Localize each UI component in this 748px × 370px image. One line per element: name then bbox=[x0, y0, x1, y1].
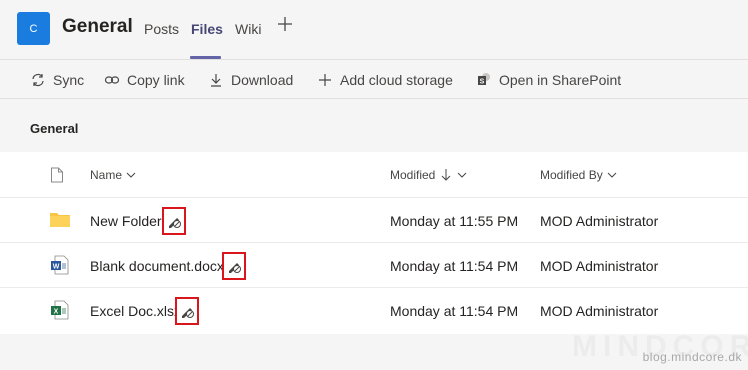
folder-breadcrumb[interactable]: General bbox=[30, 121, 78, 136]
modified-column-header[interactable]: Modified bbox=[390, 152, 468, 197]
modified-by-column-label: Modified By bbox=[540, 167, 603, 182]
download-icon bbox=[211, 74, 221, 87]
edit-blocked-icon bbox=[229, 263, 241, 273]
edit-blocked-icon bbox=[182, 308, 194, 318]
watermark-url: blog.mindcore.dk bbox=[642, 350, 742, 364]
tab-files[interactable]: Files bbox=[191, 21, 223, 37]
files-toolbar: Sync Copy link Download Add cloud storag… bbox=[0, 59, 748, 99]
chevron-down-icon bbox=[607, 172, 617, 178]
modified-date: Monday at 11:54 PM bbox=[390, 257, 519, 274]
channel-title: General bbox=[62, 16, 133, 37]
chevron-down-icon bbox=[126, 172, 136, 178]
modified-date: Monday at 11:55 PM bbox=[390, 212, 519, 229]
sync-status-indicator bbox=[222, 252, 246, 280]
table-row[interactable]: X Excel Doc.xlsx Monday at 11:54 PM MOD … bbox=[0, 287, 748, 332]
sync-icon bbox=[32, 73, 44, 87]
sync-status-indicator bbox=[162, 207, 186, 235]
sync-status-indicator bbox=[175, 297, 199, 325]
excel-file-icon: X bbox=[51, 300, 69, 320]
chevron-down-icon bbox=[458, 172, 467, 178]
sort-descending-icon bbox=[442, 168, 451, 181]
file-name[interactable]: New Folder bbox=[90, 198, 162, 243]
sync-button[interactable]: Sync bbox=[30, 60, 84, 100]
modified-by: MOD Administrator bbox=[540, 302, 659, 319]
file-list: Name Modified Modified By New Folder Mon… bbox=[0, 152, 748, 334]
svg-text:X: X bbox=[54, 309, 59, 316]
plus-icon bbox=[319, 74, 331, 86]
tab-wiki[interactable]: Wiki bbox=[235, 21, 261, 37]
add-cloud-storage-label: Add cloud storage bbox=[340, 72, 453, 88]
document-icon bbox=[51, 167, 63, 182]
modified-column-label: Modified bbox=[390, 167, 436, 182]
file-name[interactable]: Excel Doc.xlsx bbox=[90, 288, 181, 333]
modified-by: MOD Administrator bbox=[540, 212, 659, 229]
name-column-header[interactable]: Name bbox=[90, 152, 137, 197]
channel-header: C General Posts Files Wiki bbox=[0, 0, 748, 59]
sharepoint-icon: S bbox=[478, 73, 490, 86]
copy-link-button[interactable]: Copy link bbox=[104, 60, 185, 100]
edit-blocked-icon bbox=[169, 218, 181, 228]
file-name[interactable]: Blank document.docx bbox=[90, 243, 224, 288]
svg-text:W: W bbox=[53, 264, 60, 271]
modified-date: Monday at 11:54 PM bbox=[390, 302, 519, 319]
open-in-sharepoint-label: Open in SharePoint bbox=[499, 72, 622, 88]
modified-by-column-header[interactable]: Modified By bbox=[540, 152, 618, 197]
svg-text:S: S bbox=[480, 79, 485, 86]
team-avatar[interactable]: C bbox=[17, 12, 50, 45]
name-column-label: Name bbox=[90, 167, 123, 182]
table-row[interactable]: W Blank document.docx Monday at 11:54 PM… bbox=[0, 242, 748, 287]
download-label: Download bbox=[231, 72, 294, 88]
table-row[interactable]: New Folder Monday at 11:55 PM MOD Admini… bbox=[0, 197, 748, 242]
open-in-sharepoint-button[interactable]: S Open in SharePoint bbox=[476, 60, 621, 100]
download-button[interactable]: Download bbox=[208, 60, 293, 100]
plus-icon bbox=[278, 17, 292, 31]
modified-by: MOD Administrator bbox=[540, 257, 659, 274]
folder-icon bbox=[50, 213, 70, 227]
add-cloud-storage-button[interactable]: Add cloud storage bbox=[317, 60, 453, 100]
word-file-icon: W bbox=[51, 255, 69, 275]
link-icon bbox=[104, 76, 120, 84]
sync-label: Sync bbox=[53, 72, 85, 88]
copy-link-label: Copy link bbox=[127, 72, 185, 88]
add-tab-button[interactable] bbox=[277, 16, 293, 36]
file-type-column-header[interactable] bbox=[50, 152, 64, 197]
tab-posts[interactable]: Posts bbox=[144, 21, 179, 37]
